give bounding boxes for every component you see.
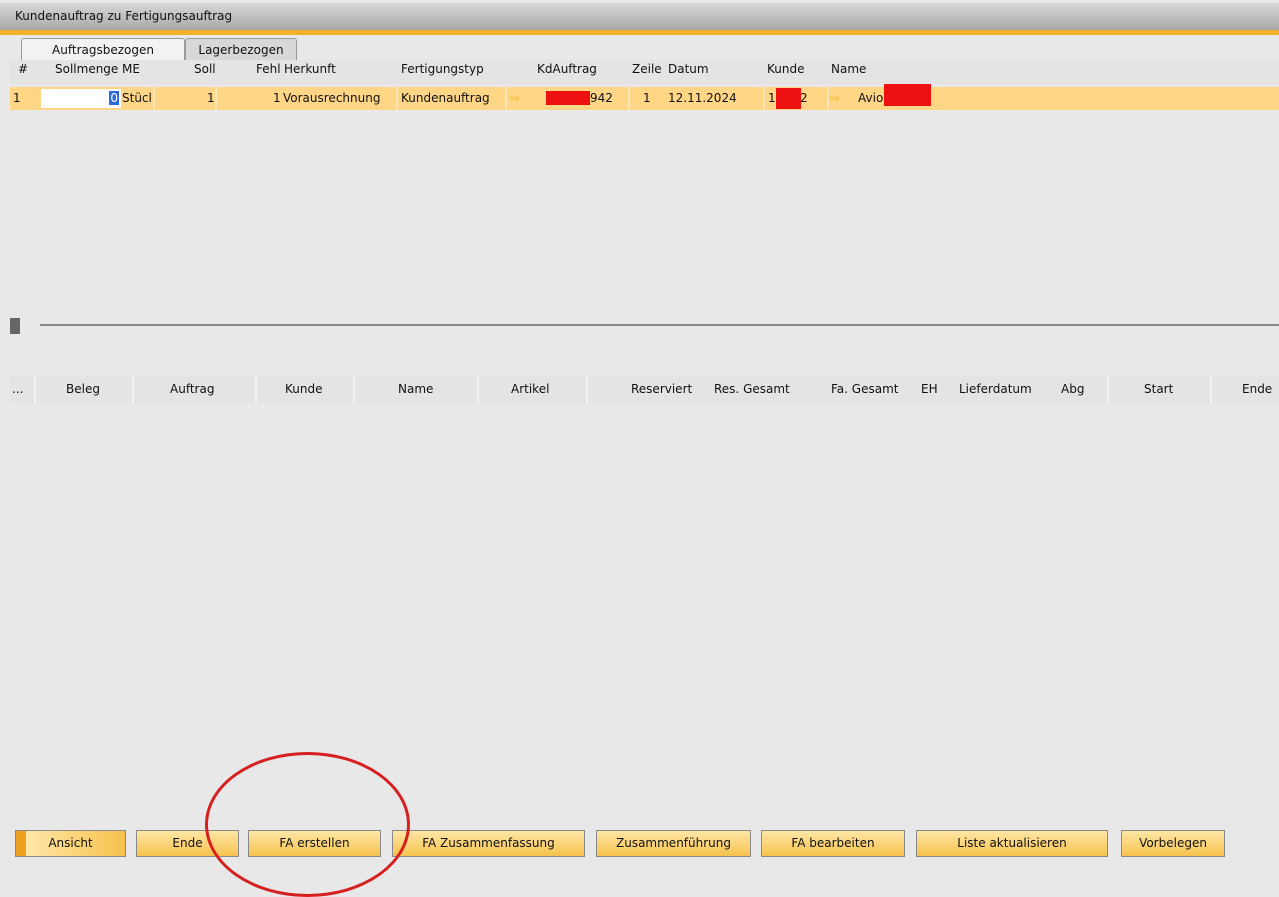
col-lieferdatum[interactable]: Lieferdatum xyxy=(959,376,1032,403)
redaction-name xyxy=(884,84,931,106)
tab-auftragsbezogen[interactable]: Auftragsbezogen xyxy=(21,38,185,60)
col-name[interactable]: Name xyxy=(831,62,866,76)
kunde-value-prefix: 1 xyxy=(768,91,776,105)
col-ende[interactable]: Ende xyxy=(1242,376,1272,403)
col-eh[interactable]: EH xyxy=(921,376,938,403)
splitter-handle[interactable] xyxy=(10,318,20,334)
col-res-gesamt[interactable]: Res. Gesamt xyxy=(714,376,790,403)
col-kunde[interactable]: Kunde xyxy=(767,62,804,76)
datum-value: 12.11.2024 xyxy=(668,91,737,105)
ansicht-button[interactable]: Ansicht xyxy=(15,830,126,857)
col-zeile[interactable]: Zeile xyxy=(632,62,662,76)
fa-bearbeiten-button[interactable]: FA bearbeiten xyxy=(761,830,905,857)
col-more[interactable]: ... xyxy=(12,376,23,403)
col-me[interactable]: ME xyxy=(122,62,140,76)
grid2-header: ... Beleg Auftrag Kunde Name Artikel Res… xyxy=(10,376,1279,403)
name-value: Avio xyxy=(858,91,884,105)
arrow-right-icon[interactable]: ⇨ xyxy=(830,87,840,110)
col-start[interactable]: Start xyxy=(1144,376,1173,403)
col-fertigungstyp[interactable]: Fertigungstyp xyxy=(401,62,484,76)
col-artikel[interactable]: Artikel xyxy=(511,376,549,403)
ende-button[interactable]: Ende xyxy=(136,830,239,857)
sollmenge-input[interactable]: 0 xyxy=(41,89,121,108)
zeile-value: 1 xyxy=(643,91,651,105)
annotation-circle xyxy=(205,752,410,897)
fa-zusammenfassung-button[interactable]: FA Zusammenfassung xyxy=(392,830,585,857)
splitter-line xyxy=(40,324,1279,326)
col-fa-gesamt[interactable]: Fa. Gesamt xyxy=(831,376,898,403)
arrow-right-icon[interactable]: ⇨ xyxy=(510,87,520,110)
col-number[interactable]: # xyxy=(18,62,28,76)
col-soll[interactable]: Soll xyxy=(194,62,216,76)
window-title: Kundenauftrag zu Fertigungsauftrag xyxy=(0,3,1279,30)
fa-erstellen-button[interactable]: FA erstellen xyxy=(248,830,381,857)
col-kdauftrag[interactable]: KdAuftrag xyxy=(537,62,597,76)
vorbelegen-button[interactable]: Vorbelegen xyxy=(1121,830,1225,857)
col-kunde2[interactable]: Kunde xyxy=(285,376,322,403)
col-sollmenge[interactable]: Sollmenge xyxy=(55,62,118,76)
table-row[interactable]: 1 0 Stücl 1 1 Vorausrechnung Kundenauftr… xyxy=(10,87,1279,110)
col-auftrag[interactable]: Auftrag xyxy=(170,376,214,403)
fehl-value: 1 xyxy=(273,91,281,105)
liste-aktualisieren-button[interactable]: Liste aktualisieren xyxy=(916,830,1108,857)
col-abg[interactable]: Abg xyxy=(1061,376,1084,403)
sollmenge-value: 0 xyxy=(109,91,119,105)
col-fehl[interactable]: Fehl xyxy=(256,62,281,76)
redaction-kunde xyxy=(776,88,801,109)
row-number[interactable]: 1 xyxy=(13,87,21,110)
redaction-kdauftrag xyxy=(546,91,590,105)
col-beleg[interactable]: Beleg xyxy=(66,376,100,403)
soll-value: 1 xyxy=(207,91,215,105)
kunde-value-suffix: 2 xyxy=(800,91,808,105)
col-reserviert[interactable]: Reserviert xyxy=(631,376,692,403)
accent-bar xyxy=(0,30,1279,35)
herkunft-value: Vorausrechnung xyxy=(283,91,381,105)
tab-lagerbezogen[interactable]: Lagerbezogen xyxy=(185,38,297,60)
kdauftrag-value: 942 xyxy=(590,91,613,105)
col-name2[interactable]: Name xyxy=(398,376,433,403)
fertigungstyp-value: Kundenauftrag xyxy=(401,91,490,105)
zusammenfuehrung-button[interactable]: Zusammenführung xyxy=(596,830,751,857)
col-datum[interactable]: Datum xyxy=(668,62,709,76)
col-herkunft[interactable]: Herkunft xyxy=(284,62,336,76)
me-value: Stücl xyxy=(122,91,152,105)
